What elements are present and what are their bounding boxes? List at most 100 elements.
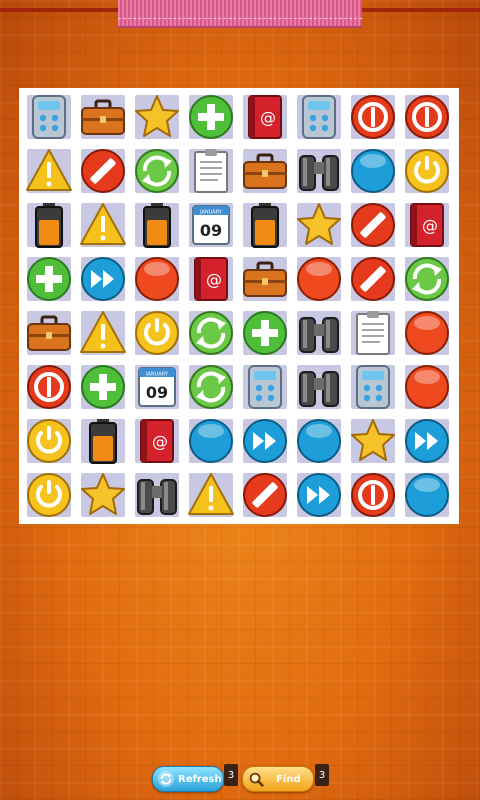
tile-battery[interactable]: [22, 198, 76, 252]
tile-refresh[interactable]: [400, 252, 454, 306]
power-icon: [27, 473, 71, 517]
tile-blue-orb[interactable]: [346, 144, 400, 198]
tile-calculator[interactable]: [292, 90, 346, 144]
svg-text:@: @: [206, 270, 222, 289]
tile-address-book[interactable]: @: [130, 414, 184, 468]
tile-calendar[interactable]: JANUARY 09: [130, 360, 184, 414]
blue-orb-icon: [351, 149, 395, 193]
briefcase-icon: [27, 315, 71, 351]
tile-calculator[interactable]: [22, 90, 76, 144]
tile-no-entry[interactable]: [346, 198, 400, 252]
tile-star[interactable]: [346, 414, 400, 468]
tile-clipboard[interactable]: [346, 306, 400, 360]
tile-star[interactable]: [76, 468, 130, 522]
tile-refresh[interactable]: [184, 360, 238, 414]
calculator-icon: [356, 365, 390, 409]
tile-briefcase[interactable]: [76, 90, 130, 144]
refresh-label: Refresh: [178, 773, 222, 785]
tile-red-orb[interactable]: [400, 306, 454, 360]
battery-icon: [35, 203, 63, 248]
tile-power[interactable]: [22, 468, 76, 522]
tile-calendar[interactable]: JANUARY 09: [184, 198, 238, 252]
no-entry-icon: [351, 203, 395, 247]
tile-blue-orb[interactable]: [184, 414, 238, 468]
warning-icon: [80, 203, 126, 245]
address-book-icon: @: [248, 95, 282, 139]
tile-star[interactable]: [292, 198, 346, 252]
tile-binoculars[interactable]: [292, 144, 346, 198]
tile-binoculars[interactable]: [130, 468, 184, 522]
tile-blue-orb[interactable]: [292, 414, 346, 468]
tile-calculator[interactable]: [346, 360, 400, 414]
tile-red-orb[interactable]: [130, 252, 184, 306]
tile-address-book[interactable]: @: [400, 198, 454, 252]
tile-power[interactable]: [400, 144, 454, 198]
plus-icon: [243, 311, 287, 355]
fast-forward-icon: [405, 419, 449, 463]
tile-fast-forward[interactable]: [292, 468, 346, 522]
tile-warning[interactable]: [76, 198, 130, 252]
tile-stop[interactable]: [22, 360, 76, 414]
tile-battery[interactable]: [76, 414, 130, 468]
tile-power[interactable]: [130, 306, 184, 360]
tile-battery[interactable]: [238, 198, 292, 252]
tile-refresh[interactable]: [184, 306, 238, 360]
tile-no-entry[interactable]: [238, 468, 292, 522]
plus-icon: [27, 257, 71, 301]
tile-no-entry[interactable]: [346, 252, 400, 306]
refresh-button[interactable]: Refresh: [152, 766, 224, 792]
warning-icon: [80, 311, 126, 353]
tile-red-orb[interactable]: [292, 252, 346, 306]
tile-power[interactable]: [22, 414, 76, 468]
tile-calculator[interactable]: [238, 360, 292, 414]
tile-fast-forward[interactable]: [76, 252, 130, 306]
tile-briefcase[interactable]: [238, 252, 292, 306]
tile-red-orb[interactable]: [400, 360, 454, 414]
tile-plus[interactable]: [76, 360, 130, 414]
tile-address-book[interactable]: @: [238, 90, 292, 144]
address-book-icon: @: [140, 419, 174, 463]
stop-icon: [405, 95, 449, 139]
tile-grid: @ JANUARY 09 @ @ JANUARY 09 @: [22, 90, 454, 522]
star-icon: [297, 203, 341, 245]
calendar-icon: JANUARY 09: [192, 205, 230, 245]
tile-plus[interactable]: [238, 306, 292, 360]
blue-orb-icon: [405, 473, 449, 517]
tile-warning[interactable]: [184, 468, 238, 522]
fast-forward-icon: [243, 419, 287, 463]
tile-battery[interactable]: [130, 198, 184, 252]
tile-refresh[interactable]: [130, 144, 184, 198]
warning-icon: [188, 473, 234, 515]
tile-binoculars[interactable]: [292, 306, 346, 360]
tile-stop[interactable]: [346, 468, 400, 522]
refresh-icon: [189, 365, 233, 409]
tile-warning[interactable]: [22, 144, 76, 198]
tile-warning[interactable]: [76, 306, 130, 360]
calculator-icon: [32, 95, 66, 139]
bottom-toolbar: Refresh 3 Find 3: [0, 760, 480, 800]
tile-briefcase[interactable]: [22, 306, 76, 360]
binoculars-icon: [299, 317, 339, 353]
tile-address-book[interactable]: @: [184, 252, 238, 306]
clipboard-icon: [356, 311, 390, 355]
star-icon: [135, 95, 179, 137]
battery-icon: [89, 419, 117, 464]
tile-binoculars[interactable]: [292, 360, 346, 414]
tile-plus[interactable]: [22, 252, 76, 306]
svg-text:09: 09: [146, 383, 168, 402]
no-entry-icon: [243, 473, 287, 517]
tile-star[interactable]: [130, 90, 184, 144]
tile-briefcase[interactable]: [238, 144, 292, 198]
find-button[interactable]: Find: [242, 766, 314, 792]
tile-no-entry[interactable]: [76, 144, 130, 198]
binoculars-icon: [137, 479, 177, 515]
tile-fast-forward[interactable]: [238, 414, 292, 468]
tile-blue-orb[interactable]: [400, 468, 454, 522]
tile-plus[interactable]: [184, 90, 238, 144]
refresh-icon: [189, 311, 233, 355]
blue-orb-icon: [189, 419, 233, 463]
tile-stop[interactable]: [400, 90, 454, 144]
tile-stop[interactable]: [346, 90, 400, 144]
tile-clipboard[interactable]: [184, 144, 238, 198]
tile-fast-forward[interactable]: [400, 414, 454, 468]
